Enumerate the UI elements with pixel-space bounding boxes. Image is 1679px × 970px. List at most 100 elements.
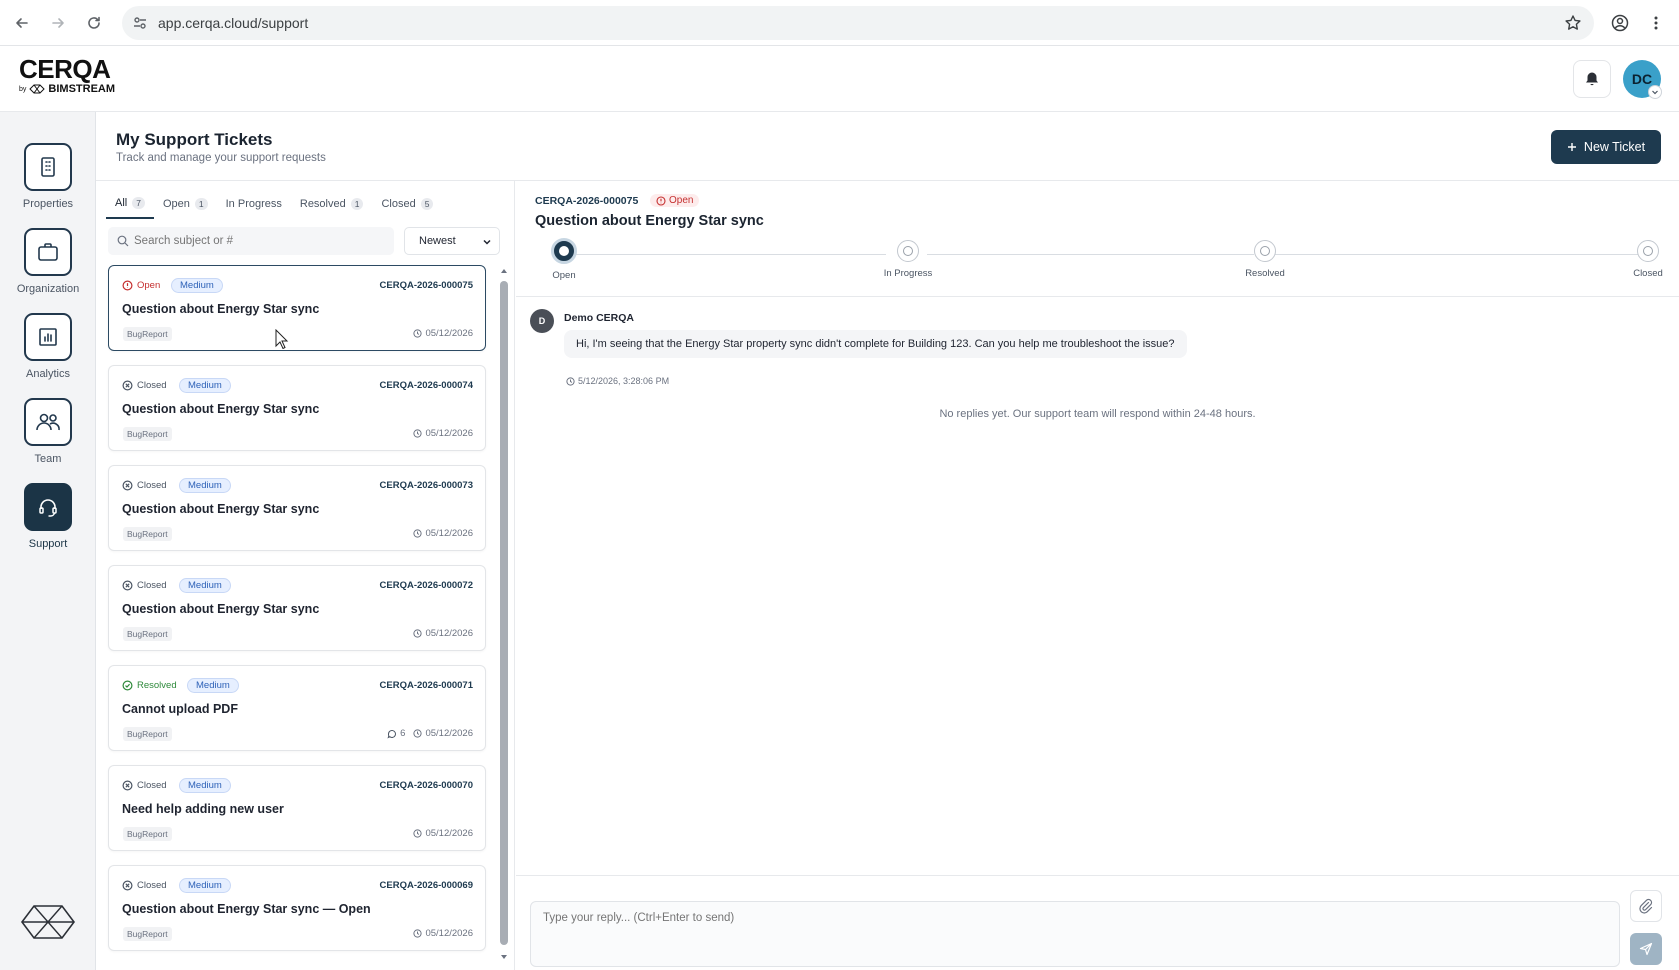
message-author: Demo CERQA [564, 312, 635, 324]
tab-all[interactable]: All 7 [106, 189, 154, 219]
sidebar-item-organization[interactable]: Organization [0, 228, 96, 295]
brand-logo[interactable]: CERQA by BIMSTREAM [19, 56, 115, 95]
ticket-status: Open [122, 280, 160, 291]
scroll-down-icon[interactable] [499, 953, 509, 961]
browser-menu-button[interactable] [1644, 11, 1668, 35]
send-button[interactable] [1630, 933, 1662, 965]
ticket-card[interactable]: Closed Medium CERQA-2026-000074 Question ab… [108, 365, 486, 451]
scroll-thumb[interactable] [500, 281, 508, 945]
comment-count: 6 [387, 728, 405, 739]
user-menu-toggle[interactable] [1648, 85, 1662, 99]
sidebar: Properties Organization Analytics Team S… [0, 112, 96, 970]
sidebar-tile[interactable] [24, 313, 72, 361]
sidebar-item-team[interactable]: Team [0, 398, 96, 465]
ticket-title: Cannot upload PDF [122, 702, 238, 716]
ticket-meta: 05/12/2026 [413, 428, 473, 439]
chevron-down-icon [483, 239, 491, 245]
scroll-up-icon[interactable] [499, 267, 509, 275]
detail-status-badge: Open [650, 194, 700, 207]
tab-in-progress[interactable]: In Progress [217, 189, 291, 219]
ticket-category: BugReport [123, 327, 172, 341]
ticket-category: BugReport [123, 927, 172, 941]
notifications-button[interactable] [1573, 60, 1611, 98]
step-in-progress: In Progress [878, 240, 938, 279]
ticket-card[interactable]: Resolved Medium CERQA-2026-000071 Cannot up… [108, 665, 486, 751]
ticket-card[interactable]: Closed Medium CERQA-2026-000073 Question ab… [108, 465, 486, 551]
step-connector [1275, 254, 1650, 255]
brand-partner: BIMSTREAM [48, 83, 116, 95]
clock-icon [413, 729, 423, 738]
x-circle-icon [122, 780, 133, 791]
chevron-down-icon [1652, 90, 1658, 95]
step-dot [897, 240, 919, 262]
step-dot [551, 238, 577, 264]
sidebar-tile[interactable] [24, 483, 72, 531]
user-initials: DC [1631, 71, 1653, 87]
message-timestamp: 5/12/2026, 3:28:06 PM [566, 376, 669, 386]
sidebar-tile[interactable] [24, 398, 72, 446]
site-settings-icon[interactable] [132, 15, 148, 31]
search-icon [117, 235, 129, 247]
tab-open[interactable]: Open 1 [154, 189, 217, 219]
ticket-card[interactable]: Open Medium CERQA-2026-000075 Question abou… [108, 265, 486, 351]
new-ticket-button[interactable]: New Ticket [1551, 130, 1661, 164]
ticket-date: 05/12/2026 [425, 728, 473, 739]
sidebar-item-properties[interactable]: Properties [0, 143, 96, 210]
back-button[interactable] [10, 11, 34, 35]
ticket-meta: 05/12/2026 [413, 528, 473, 539]
ticket-date: 05/12/2026 [425, 828, 473, 839]
tab-count: 1 [194, 198, 208, 210]
ticket-title: Question about Energy Star sync [122, 502, 320, 516]
bookmark-star-icon[interactable] [1564, 14, 1582, 32]
ticket-title: Question about Energy Star sync [122, 302, 320, 316]
step-dot [1637, 240, 1659, 262]
sidebar-label: Analytics [25, 368, 71, 380]
reload-button[interactable] [82, 11, 106, 35]
detail-ticket-id: CERQA-2026-000075 [535, 195, 639, 207]
step-resolved: Resolved [1235, 240, 1295, 279]
url-text[interactable]: app.cerqa.cloud/support [158, 15, 308, 31]
browser-toolbar: app.cerqa.cloud/support [0, 0, 1679, 46]
clock-icon [413, 329, 423, 338]
ticket-id: CERQA-2026-000075 [379, 280, 473, 291]
ticket-card[interactable]: Closed Medium CERQA-2026-000072 Question ab… [108, 565, 486, 651]
tab-label: Closed [381, 198, 416, 210]
attach-button[interactable] [1630, 890, 1662, 922]
sidebar-item-support[interactable]: Support [0, 483, 96, 550]
ticket-card[interactable]: Closed Medium CERQA-2026-000070 Need help a… [108, 765, 486, 851]
tab-label: In Progress [225, 198, 282, 210]
clipboard-icon [41, 157, 55, 177]
search-input[interactable] [108, 235, 394, 247]
bimstream-mark-icon [21, 905, 75, 939]
ticket-meta: 6 05/12/2026 [387, 728, 473, 739]
ticket-date: 05/12/2026 [425, 328, 473, 339]
sidebar-tile[interactable] [24, 143, 72, 191]
reply-input[interactable] [531, 902, 1619, 966]
tab-closed[interactable]: Closed 5 [372, 189, 442, 219]
ticket-status: Closed [122, 780, 167, 791]
ticket-list: Open Medium CERQA-2026-000075 Question abou… [108, 265, 486, 965]
list-scrollbar[interactable] [499, 265, 509, 965]
alert-circle-icon [656, 195, 666, 206]
sidebar-tile[interactable] [24, 228, 72, 276]
priority-badge: Medium [171, 278, 223, 293]
ticket-list-panel: All 7 Open 1 In Progress Resolved 1 Closed 5… [96, 181, 515, 970]
profile-button[interactable] [1608, 11, 1632, 35]
ticket-title: Question about Energy Star sync [122, 402, 320, 416]
tab-resolved[interactable]: Resolved 1 [291, 189, 373, 219]
address-bar[interactable]: app.cerqa.cloud/support [122, 6, 1594, 40]
detail-title: Question about Energy Star sync [535, 213, 764, 229]
ticket-title: Question about Energy Star sync [122, 602, 320, 616]
ticket-card[interactable]: Closed Medium CERQA-2026-000069 Question ab… [108, 865, 486, 951]
sort-select[interactable]: Newest [404, 227, 500, 255]
ticket-status-label: Closed [137, 880, 167, 891]
ticket-title: Question about Energy Star sync — Open [122, 902, 371, 916]
sidebar-item-analytics[interactable]: Analytics [0, 313, 96, 380]
forward-button[interactable] [46, 11, 70, 35]
ticket-id: CERQA-2026-000070 [379, 780, 473, 791]
clock-icon [413, 429, 423, 438]
page-subtitle: Track and manage your support requests [116, 152, 326, 164]
ticket-status-label: Closed [137, 380, 167, 391]
message-bubble: Hi, I'm seeing that the Energy Star prop… [564, 330, 1187, 358]
arrow-right-icon [52, 18, 64, 28]
